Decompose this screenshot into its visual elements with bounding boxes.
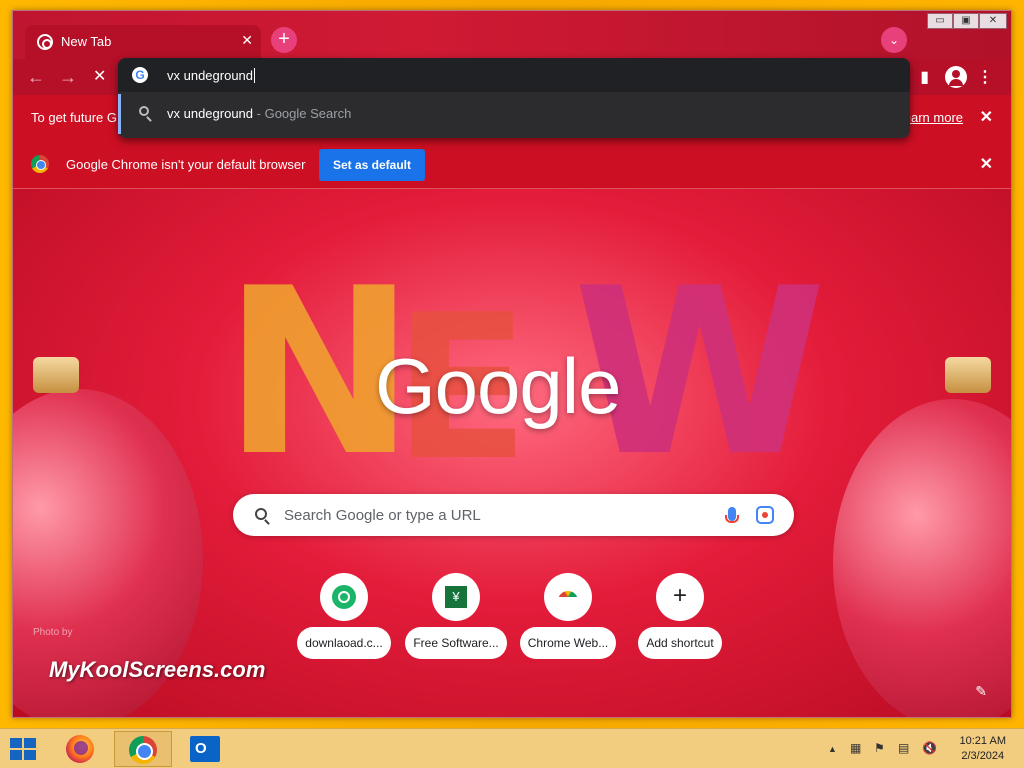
shortcut-label: Free Software... [405,627,507,659]
ornament-cap-left [33,357,79,393]
profile-avatar-icon[interactable] [945,66,967,88]
ntp-search-box[interactable]: Search Google or type a URL [233,494,794,536]
display-tray-icon[interactable]: ▤ [898,741,909,755]
taskbar-outlook[interactable]: O [176,731,234,767]
google-logo: Google [375,342,622,430]
free-software-icon: ¥ [445,586,467,608]
omnibox-input[interactable]: vx undeground [167,68,255,83]
suggestion-query: vx undeground [167,106,254,121]
outlook-icon: O [190,736,220,762]
chrome-window: ▭ ▣ ✕ New Tab ✕ + ⌄ ← → ✕ ▮ ⋮ To get fut… [12,10,1012,718]
google-g-icon: G [132,67,148,83]
new-tab-page: N E W Google Search Google or type a URL… [13,189,1011,717]
omnibox-dropdown: G vx undeground vx undeground - Google S… [118,58,910,138]
ornament-cap-right [945,357,991,393]
photo-credit[interactable]: Photo by [33,627,72,638]
firefox-icon [66,735,94,763]
watermark-text: MyKoolScreens.com [49,657,266,682]
menu-kebab-icon[interactable]: ⋮ [977,67,993,87]
download-site-icon [332,585,356,609]
shortcut-label: downlaoad.c... [297,627,391,659]
sync-info-text: To get future G [31,110,117,125]
shortcut-label: Chrome Web... [519,627,617,659]
suggestion-suffix: - Google Search [256,106,352,121]
omnibox-suggestion[interactable]: vx undeground - Google Search [118,94,910,134]
close-default-bar-icon[interactable]: ✕ [980,154,993,174]
search-icon [255,508,267,520]
forward-arrow-icon[interactable]: → [59,67,77,87]
search-placeholder: Search Google or type a URL [284,507,481,524]
search-icon [139,106,149,116]
start-tile [10,738,22,748]
shortcut-download-site[interactable]: downlaoad.c... [285,573,403,664]
taskbar-chrome[interactable] [114,731,172,767]
clock-time: 10:21 AM [959,735,1006,747]
customize-pencil-icon[interactable]: ✎ [975,683,987,700]
minimize-button[interactable]: ▭ [927,13,953,29]
new-tab-button[interactable]: + [271,27,297,53]
network-tray-icon[interactable]: ▦ [850,741,861,755]
shortcut-free-software[interactable]: ¥ Free Software... [397,573,515,664]
chrome-icon [129,736,157,764]
tab-close-icon[interactable]: ✕ [241,32,253,49]
shortcut-icon-circle [544,573,592,621]
close-infobar-icon[interactable]: ✕ [980,107,993,127]
taskbar-firefox[interactable] [52,731,110,767]
back-arrow-icon[interactable]: ← [27,67,45,87]
shortcut-icon-circle: + [656,573,704,621]
set-as-default-button[interactable]: Set as default [319,149,425,181]
show-hidden-icons[interactable]: ▲ [828,744,837,754]
close-window-button[interactable]: ✕ [979,13,1007,29]
start-tile [10,750,22,760]
chrome-logo-icon [31,155,49,173]
action-center-flag-icon[interactable]: ⚑ [874,741,885,755]
default-browser-text: Google Chrome isn't your default browser [66,157,306,172]
shortcut-chrome-web-store[interactable]: Chrome Web... [509,573,627,664]
ornament-right [833,399,1011,717]
clock-date: 2/3/2024 [961,750,1005,762]
shortcut-label: Add shortcut [638,627,722,659]
volume-muted-icon[interactable]: 🔇 [922,741,937,755]
omnibox-input-row[interactable]: G vx undeground [118,58,910,92]
chrome-web-store-icon [558,591,578,603]
google-lens-icon[interactable] [756,506,774,524]
tab-title: New Tab [61,34,112,49]
default-browser-bar: Google Chrome isn't your default browser… [13,139,1011,189]
shortcut-icon-circle: ¥ [432,573,480,621]
side-panel-icon[interactable]: ▮ [920,67,929,87]
learn-more-link[interactable]: earn more [904,110,963,125]
suggestion-text: vx undeground - Google Search [167,106,351,121]
tab-new-tab[interactable]: New Tab ✕ [25,25,261,59]
tab-search-button[interactable]: ⌄ [881,27,907,53]
title-bar: ▭ ▣ ✕ New Tab ✕ + ⌄ [13,11,1011,59]
shortcut-add[interactable]: + Add shortcut [621,573,739,664]
tab-loading-icon [37,34,53,50]
shortcut-icon-circle [320,573,368,621]
restore-button[interactable]: ▣ [953,13,979,29]
voice-search-icon[interactable] [725,507,739,523]
plus-icon: + [672,582,687,609]
taskbar-clock[interactable]: 10:21 AM 2/3/2024 [960,734,1006,764]
taskbar: O ▲ ▦ ⚑ ▤ 🔇 10:21 AM 2/3/2024 [0,728,1024,768]
start-tile [24,738,36,748]
stop-loading-icon[interactable]: ✕ [93,67,106,87]
start-tile [24,750,36,760]
windows-start-icon[interactable] [10,738,38,760]
